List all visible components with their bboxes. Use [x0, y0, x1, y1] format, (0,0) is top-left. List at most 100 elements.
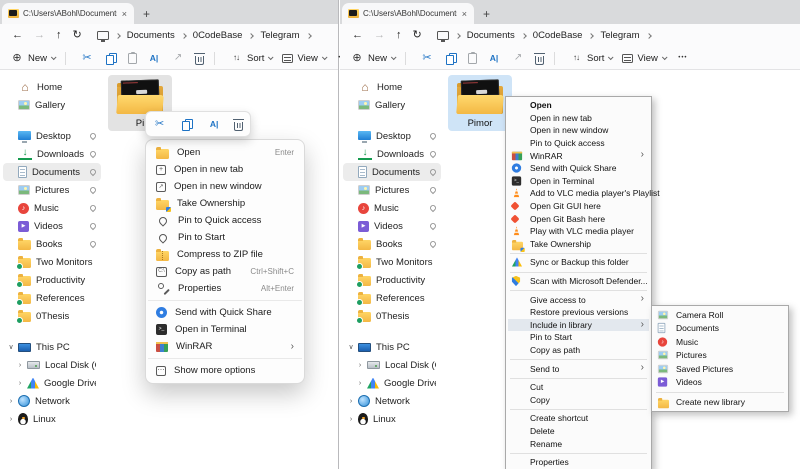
toolbar-button[interactable]: Sort [214, 52, 272, 65]
context-menu-item[interactable]: Give access to [508, 293, 649, 306]
expander-chevron[interactable]: › [356, 380, 364, 387]
quick-action-icon[interactable] [207, 118, 221, 131]
submenu-item[interactable]: Pictures [654, 349, 786, 363]
toolbar-button[interactable] [147, 52, 161, 65]
context-menu-item[interactable]: Copy as path Ctrl+Shift+C [150, 263, 300, 280]
context-menu-item[interactable]: Pin to Start [150, 229, 300, 246]
sidebar-item[interactable]: Pictures [343, 181, 441, 199]
toolbar-button[interactable] [128, 53, 137, 64]
expander-chevron[interactable]: ∨ [7, 343, 15, 351]
context-menu-item[interactable]: Pin to Quick access [150, 212, 300, 229]
sidebar-item[interactable]: Pictures [3, 181, 101, 199]
context-menu-item[interactable]: Include in library [508, 319, 649, 332]
sidebar-item[interactable]: Music [3, 199, 101, 217]
sidebar-item[interactable]: › Local Disk (C:) [3, 356, 101, 374]
context-menu-item[interactable]: Show more options [150, 362, 300, 379]
submenu-item[interactable]: Videos [654, 376, 786, 390]
toolbar-button[interactable] [487, 52, 501, 65]
toolbar-button[interactable] [468, 53, 477, 64]
explorer-tab[interactable]: C:\Users\ABohl\Documents\0C × [2, 3, 134, 24]
sidebar-item[interactable]: › Linux [3, 410, 101, 428]
this-pc-icon[interactable] [97, 31, 109, 40]
expander-chevron[interactable]: › [16, 380, 24, 387]
sidebar-item[interactable]: Productivity [3, 271, 101, 289]
context-menu-item[interactable]: Cut [508, 381, 649, 394]
sidebar-item[interactable]: Books [343, 235, 441, 253]
sidebar-item[interactable]: Gallery [3, 96, 101, 114]
breadcrumb-item[interactable]: Documents [116, 30, 175, 41]
submenu-item[interactable]: Documents [654, 322, 786, 336]
context-menu-item[interactable]: Copy as path [508, 344, 649, 357]
chevron-right-icon[interactable] [646, 33, 652, 39]
breadcrumb-item[interactable]: 0CodeBase [182, 30, 243, 41]
context-menu-item[interactable]: Add to VLC media player's Playlist [508, 187, 649, 200]
context-menu-item[interactable]: Take Ownership [508, 238, 649, 251]
toolbar-button[interactable] [104, 52, 118, 65]
expander-chevron[interactable]: › [356, 362, 364, 369]
context-menu-item[interactable]: Restore previous versions [508, 306, 649, 319]
context-menu-item[interactable]: Send to [508, 362, 649, 375]
context-menu-item[interactable]: Open Git Bash here [508, 212, 649, 225]
sidebar-item[interactable]: › Network [343, 392, 441, 410]
sidebar-item[interactable]: Productivity [343, 271, 441, 289]
context-menu-item[interactable]: Take Ownership [150, 195, 300, 212]
context-menu-item[interactable]: Delete [508, 425, 649, 438]
context-menu-item[interactable]: Open in Terminal [150, 321, 300, 338]
explorer-tab[interactable]: C:\Users\ABohl\Documents\0C × [342, 3, 474, 24]
chevron-right-icon[interactable] [306, 33, 312, 39]
sidebar-item[interactable]: Home [343, 78, 441, 96]
context-menu-item[interactable]: Pin to Start [508, 331, 649, 344]
quick-action-icon[interactable] [180, 118, 194, 131]
context-menu-item[interactable]: Open [508, 99, 649, 112]
expander-chevron[interactable]: › [347, 416, 355, 423]
context-menu-item[interactable]: Copy [508, 393, 649, 406]
toolbar-button[interactable] [405, 52, 434, 65]
submenu-item[interactable]: Camera Roll [654, 308, 786, 322]
nav-button-icon[interactable] [34, 30, 45, 41]
toolbar-button[interactable] [195, 52, 204, 65]
context-menu-item[interactable]: Open in Terminal [508, 175, 649, 188]
context-menu-item[interactable]: Pin to Quick access [508, 137, 649, 150]
toolbar-button[interactable]: Sort [554, 52, 612, 65]
context-menu-item[interactable]: Properties Alt+Enter [150, 280, 300, 297]
nav-button-icon[interactable] [396, 30, 402, 41]
sidebar-item[interactable]: Documents [343, 163, 441, 181]
tab-close-icon[interactable]: × [121, 9, 128, 19]
nav-button-icon[interactable] [73, 30, 82, 41]
toolbar-button[interactable]: View [282, 53, 325, 64]
sidebar-item[interactable]: Downloads [343, 145, 441, 163]
nav-button-icon[interactable] [12, 30, 23, 41]
toolbar-button[interactable]: New [350, 52, 395, 65]
context-menu-item[interactable]: Properties [508, 456, 649, 469]
context-menu-item[interactable]: Open Git GUI here [508, 200, 649, 213]
expander-chevron[interactable]: ∨ [347, 343, 355, 351]
new-tab-button[interactable]: + [143, 7, 150, 24]
context-menu-item[interactable]: WinRAR [150, 338, 300, 355]
context-menu-item[interactable]: Send with Quick Share [508, 162, 649, 175]
toolbar-button[interactable] [171, 52, 185, 65]
sidebar-item[interactable]: 0Thesis [3, 307, 101, 325]
new-tab-button[interactable]: + [483, 7, 490, 24]
expander-chevron[interactable]: › [7, 416, 15, 423]
sidebar-item[interactable]: Desktop [343, 127, 441, 145]
sidebar-item[interactable]: Books [3, 235, 101, 253]
sidebar-item[interactable]: ∨ This PC [343, 338, 441, 356]
toolbar-button[interactable]: New [10, 52, 55, 65]
sidebar-item[interactable]: Gallery [343, 96, 441, 114]
sidebar-item[interactable]: Two Monitors [343, 253, 441, 271]
context-menu-item[interactable]: Sync or Backup this folder [508, 256, 649, 269]
toolbar-button[interactable]: View [622, 53, 665, 64]
breadcrumb-item[interactable]: Telegram [249, 30, 299, 41]
nav-button-icon[interactable] [413, 30, 422, 41]
breadcrumb-item[interactable]: Telegram [589, 30, 639, 41]
sidebar-item[interactable]: Desktop [3, 127, 101, 145]
sidebar-item[interactable]: › Network [3, 392, 101, 410]
sidebar-item[interactable]: › Google Drive (G:) [343, 374, 441, 392]
nav-button-icon[interactable] [352, 30, 363, 41]
context-menu-item[interactable]: Open in new window [508, 124, 649, 137]
quick-action-icon[interactable] [153, 118, 167, 131]
context-menu-item[interactable]: Scan with Microsoft Defender... [508, 275, 649, 288]
sidebar-item[interactable]: Two Monitors [3, 253, 101, 271]
toolbar-button[interactable] [535, 52, 544, 65]
sidebar-item[interactable]: References [3, 289, 101, 307]
